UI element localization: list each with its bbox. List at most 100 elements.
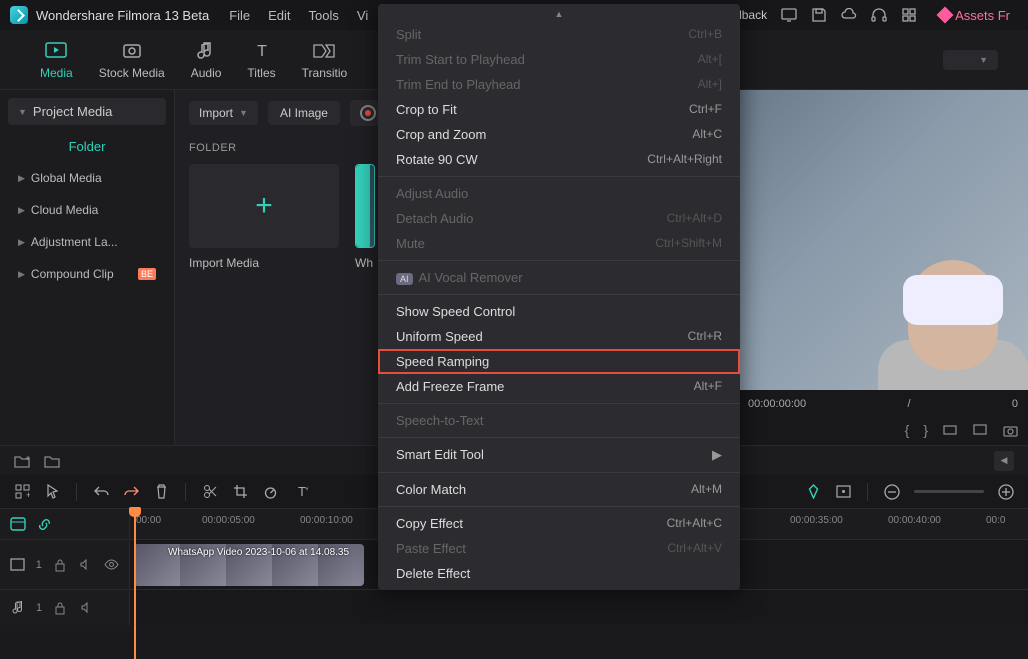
zoom-slider[interactable] (914, 490, 984, 493)
assets-button[interactable]: Assets Fr (931, 6, 1018, 25)
app-title: Wondershare Filmora 13 Beta (36, 8, 209, 23)
menu-item-delete-effect[interactable]: Delete Effect (378, 561, 740, 586)
snapshot-icon[interactable] (1002, 422, 1018, 438)
cursor-icon[interactable] (44, 484, 60, 500)
visibility-icon[interactable] (103, 557, 119, 573)
sidebar-item-cloud-media[interactable]: ▶Cloud Media (8, 194, 166, 226)
menu-item-rotate-90-cw[interactable]: Rotate 90 CWCtrl+Alt+Right (378, 147, 740, 172)
redo-icon[interactable] (123, 484, 139, 500)
menu-item-mute: MuteCtrl+Shift+M (378, 231, 740, 256)
timeline-clip-icon[interactable] (10, 516, 26, 532)
collapse-panel-button[interactable]: ◀ (994, 451, 1014, 471)
undo-icon[interactable] (93, 484, 109, 500)
zoom-in-icon[interactable] (998, 484, 1014, 500)
menu-shortcut: Alt+] (698, 77, 722, 92)
tab-stock-media[interactable]: Stock Media (99, 40, 165, 80)
transition-icon (313, 40, 335, 62)
menu-shortcut: Alt+[ (698, 52, 722, 67)
menu-item-show-speed-control[interactable]: Show Speed Control (378, 299, 740, 324)
ratio-icon[interactable] (942, 422, 958, 438)
sidebar-item-adjustment-layer[interactable]: ▶Adjustment La... (8, 226, 166, 258)
menu-file[interactable]: File (229, 8, 250, 23)
menu-shortcut: Ctrl+Alt+D (667, 211, 722, 226)
menu-item-label: Smart Edit Tool (396, 447, 484, 462)
menu-separator (378, 403, 740, 404)
brace-open-icon[interactable]: { (905, 422, 910, 438)
menu-item-adjust-audio: Adjust Audio (378, 181, 740, 206)
menu-item-label: Delete Effect (396, 566, 470, 581)
marker-icon[interactable] (805, 484, 821, 500)
ruler-tick: 00:00:10:00 (300, 515, 353, 526)
menu-item-label: Crop to Fit (396, 102, 457, 117)
audio-track-icon[interactable] (10, 600, 26, 616)
tab-label: Stock Media (99, 66, 165, 80)
display-mode-icon[interactable] (972, 422, 988, 438)
import-dropdown[interactable]: Import▼ (189, 101, 258, 125)
menu-edit[interactable]: Edit (268, 8, 290, 23)
save-icon[interactable] (811, 7, 827, 23)
beta-badge: BE (138, 268, 156, 280)
menu-item-label: Show Speed Control (396, 304, 515, 319)
folder-tab[interactable]: Folder (8, 125, 166, 162)
sidebar-item-compound-clip[interactable]: ▶Compound ClipBE (8, 258, 166, 290)
preview-viewport[interactable] (738, 90, 1028, 390)
sidebar-item-label: Global Media (31, 171, 102, 185)
ai-image-button[interactable]: AI Image (268, 101, 340, 125)
menu-item-smart-edit-tool[interactable]: Smart Edit Tool▶ (378, 442, 740, 468)
menu-separator (378, 506, 740, 507)
menu-view[interactable]: Vi (357, 8, 368, 23)
import-media-tile[interactable]: + Import Media (189, 164, 339, 270)
scroll-up-icon[interactable]: ▲ (378, 8, 740, 22)
project-media-header[interactable]: ▼ Project Media (8, 98, 166, 125)
folder-icon[interactable] (44, 453, 60, 469)
sidebar-item-global-media[interactable]: ▶Global Media (8, 162, 166, 194)
zoom-out-icon[interactable] (884, 484, 900, 500)
cloud-icon[interactable] (841, 7, 857, 23)
speed-icon[interactable] (262, 484, 278, 500)
tab-media[interactable]: Media (40, 40, 73, 80)
playhead[interactable] (134, 509, 136, 659)
new-folder-icon[interactable] (14, 453, 30, 469)
menu-item-speed-ramping[interactable]: Speed Ramping (378, 349, 740, 374)
track-index: 1 (36, 602, 42, 614)
menu-item-trim-start-to-playhead: Trim Start to PlayheadAlt+[ (378, 47, 740, 72)
clip-selected-bar (356, 165, 370, 247)
audio-icon (195, 40, 217, 62)
menu-shortcut: Alt+C (692, 127, 722, 142)
text-tool-icon[interactable]: T+ (292, 484, 308, 500)
timeline-clip[interactable]: WhatsApp Video 2023-10-06 at 14.08.35 (134, 544, 364, 586)
menu-item-crop-and-zoom[interactable]: Crop and ZoomAlt+C (378, 122, 740, 147)
link-icon[interactable] (36, 516, 52, 532)
keyframe-view-icon[interactable] (835, 484, 851, 500)
menu-item-add-freeze-frame[interactable]: Add Freeze FrameAlt+F (378, 374, 740, 399)
dropdown-right[interactable]: ▼ (943, 50, 998, 70)
video-track-icon[interactable] (10, 557, 26, 573)
lock-icon[interactable] (52, 557, 68, 573)
mute-track-icon[interactable] (78, 557, 94, 573)
mute-track-icon[interactable] (78, 600, 94, 616)
delete-icon[interactable] (153, 484, 169, 500)
menu-item-copy-effect[interactable]: Copy EffectCtrl+Alt+C (378, 511, 740, 536)
titles-icon: T (251, 40, 273, 62)
brace-close-icon[interactable]: } (923, 422, 928, 438)
svg-text:+: + (305, 486, 308, 493)
tab-audio[interactable]: Audio (191, 40, 222, 80)
menu-tools[interactable]: Tools (309, 8, 339, 23)
menu-item-crop-to-fit[interactable]: Crop to FitCtrl+F (378, 97, 740, 122)
tab-transitions[interactable]: Transitio (302, 40, 348, 80)
display-icon[interactable] (781, 7, 797, 23)
lock-icon[interactable] (52, 600, 68, 616)
headphones-icon[interactable] (871, 7, 887, 23)
split-icon[interactable] (202, 484, 218, 500)
crop-icon[interactable] (232, 484, 248, 500)
menu-item-label: Rotate 90 CW (396, 152, 478, 167)
grid-icon[interactable] (901, 7, 917, 23)
tab-titles[interactable]: T Titles (247, 40, 275, 80)
menu-item-color-match[interactable]: Color MatchAlt+M (378, 477, 740, 502)
tab-label: Media (40, 66, 73, 80)
chevron-left-icon: ◀ (1001, 455, 1008, 466)
svg-text:T: T (257, 43, 267, 60)
menu-item-uniform-speed[interactable]: Uniform SpeedCtrl+R (378, 324, 740, 349)
addons-icon[interactable]: + (14, 484, 30, 500)
media-clip-tile[interactable]: Wh (355, 164, 375, 270)
